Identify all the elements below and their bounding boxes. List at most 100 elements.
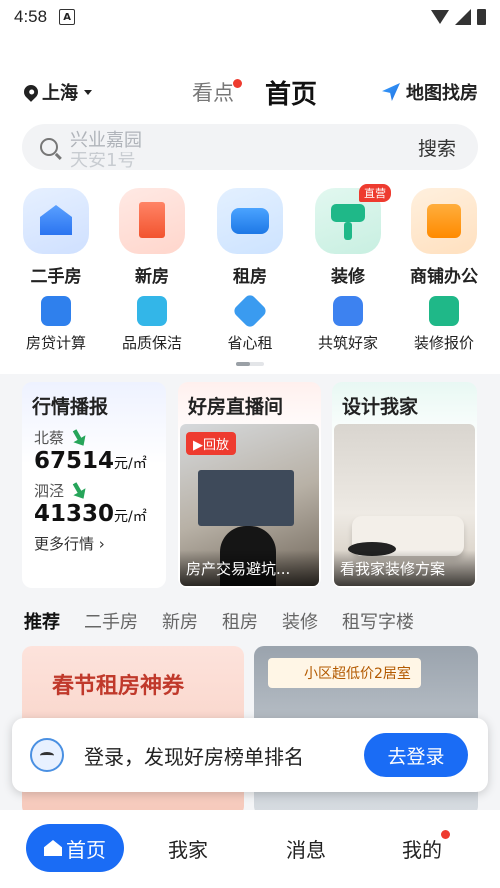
battery-icon [477,9,486,25]
tab-bar-mine[interactable]: 我的 [402,824,450,872]
login-message: 登录，发现好房榜单排名 [84,744,304,769]
replay-badge: ▶回放 [186,432,237,455]
category-row: 二手房 新房 租房 直营 装修 商铺办公 [0,184,500,288]
more-market-link[interactable]: 更多行情 › [22,533,166,554]
tab-kandian-label: 看点 [192,81,234,105]
tab-bar-home-label: 首页 [66,837,106,862]
cleaning-icon [137,296,167,326]
paint-roller-icon: 直营 [315,184,391,254]
login-banner: 登录，发现好房榜单排名 去登录 [12,718,488,792]
home-icon [44,840,62,856]
market-item: 北蔡 [22,425,166,448]
market-price-value: 67514 [34,448,115,474]
market-report-card[interactable]: 行情播报 北蔡 67514元/㎡ 泗泾 41330元/㎡ 更多行情 › [22,382,166,588]
search-placeholder-next: 天安1号 [70,152,136,170]
notification-dot [441,830,450,839]
tab-home[interactable]: 首页 [265,74,317,111]
category-label: 租房 [233,267,267,287]
caret-down-icon [84,89,92,95]
city-name: 上海 [42,83,78,104]
sofa-icon [217,188,283,254]
system-icons [431,9,486,25]
design-my-home-card[interactable]: 设计我家 看我家装修方案 [332,382,477,588]
building-icon [119,188,185,254]
tab-bar-messages[interactable]: 消息 [286,824,326,872]
design-thumbnail: 看我家装修方案 [334,424,475,586]
check-shield-icon [231,292,269,330]
mascot-avatar-icon [30,738,64,772]
category-label: 商铺办公 [410,267,478,287]
market-area: 泗泾 [34,482,65,500]
category-label: 装修 [331,267,365,287]
tab-kandian[interactable]: 看点 [192,77,242,107]
category-shop-office[interactable]: 商铺办公 [396,188,492,287]
sub-mortgage-calc[interactable]: 房贷计算 [8,296,104,353]
sub-label: 品质保洁 [121,334,182,352]
notification-dot [233,79,242,88]
location-pin-icon [21,82,41,102]
heart-home-icon [333,296,363,326]
feed-tag: 小区超低价2居室 [268,658,421,688]
direct-badge: 直营 [359,184,391,202]
navigation-arrow-icon [382,83,400,101]
category-new-home[interactable]: 新房 [104,188,200,287]
bottom-tab-bar: 首页 我家 消息 我的 [0,810,500,888]
market-price-unit: 元/㎡ [114,456,147,472]
sub-cleaning[interactable]: 品质保洁 [104,296,200,353]
category-label: 二手房 [30,267,82,287]
header: 上海 看点 首页 地图找房 [0,70,500,114]
price-down-arrow-icon [68,427,89,450]
map-find-button[interactable]: 地图找房 [382,79,478,105]
recommend-tabs: 推荐 二手房 新房 租房 装修 租写字楼 [24,608,414,634]
city-selector[interactable]: 上海 [21,79,92,105]
category-label: 新房 [135,267,169,287]
rec-tab-renovation[interactable]: 装修 [282,608,318,634]
rec-tab-office-rent[interactable]: 租写字楼 [342,608,414,634]
tab-bar-myhome[interactable]: 我家 [168,824,208,872]
page-indicator [236,362,264,366]
login-button[interactable]: 去登录 [364,733,468,777]
more-market-label: 更多行情 [34,535,95,553]
sub-label: 共筑好家 [317,334,378,352]
sub-reno-quote[interactable]: 装修报价 [396,296,492,353]
search-icon [40,138,58,156]
sub-label: 装修报价 [413,334,474,352]
sub-label: 房贷计算 [25,334,86,352]
map-find-label: 地图找房 [406,83,478,104]
rec-tab-second-hand[interactable]: 二手房 [84,608,138,634]
signal-icon [455,9,471,25]
rec-tab-rent[interactable]: 租房 [222,608,258,634]
category-renovation[interactable]: 直营 装修 [300,184,396,287]
sub-build-home[interactable]: 共筑好家 [300,296,396,353]
price-down-arrow-icon [68,480,89,503]
market-price: 67514元/㎡ [22,448,166,474]
sub-category-row: 房贷计算 品质保洁 省心租 共筑好家 装修报价 [0,292,500,358]
search-button[interactable]: 搜索 [418,134,456,161]
calculator-icon [41,296,71,326]
live-room-card[interactable]: 好房直播间 房产交易避坑... ▶回放 [178,382,321,588]
market-price: 41330元/㎡ [22,501,166,527]
design-caption: 看我家装修方案 [334,550,475,586]
live-title: 好房直播间 [188,396,284,418]
presentation-screen [198,470,294,526]
sub-label: 省心租 [227,334,273,352]
search-bar[interactable]: 兴业嘉园 天安1号 搜索 [22,124,478,170]
market-price-value: 41330 [34,501,115,527]
market-item: 泗泾 [22,478,166,501]
category-second-hand[interactable]: 二手房 [8,188,104,287]
notification-icon: A [59,9,76,25]
market-area: 北蔡 [34,429,65,447]
live-caption: 房产交易避坑... [180,550,319,586]
market-title: 行情播报 [32,396,109,418]
design-title: 设计我家 [342,396,419,418]
rec-tab-recommend[interactable]: 推荐 [24,608,60,634]
sub-easy-rent[interactable]: 省心租 [202,292,298,353]
rec-tab-new-home[interactable]: 新房 [162,608,198,634]
wifi-icon [431,10,449,24]
market-price-unit: 元/㎡ [114,509,147,525]
tab-bar-mine-label: 我的 [402,837,442,862]
tab-bar-home[interactable]: 首页 [26,824,124,872]
category-rent[interactable]: 租房 [202,188,298,287]
status-time: 4:58 [14,7,48,26]
house-icon [23,188,89,254]
